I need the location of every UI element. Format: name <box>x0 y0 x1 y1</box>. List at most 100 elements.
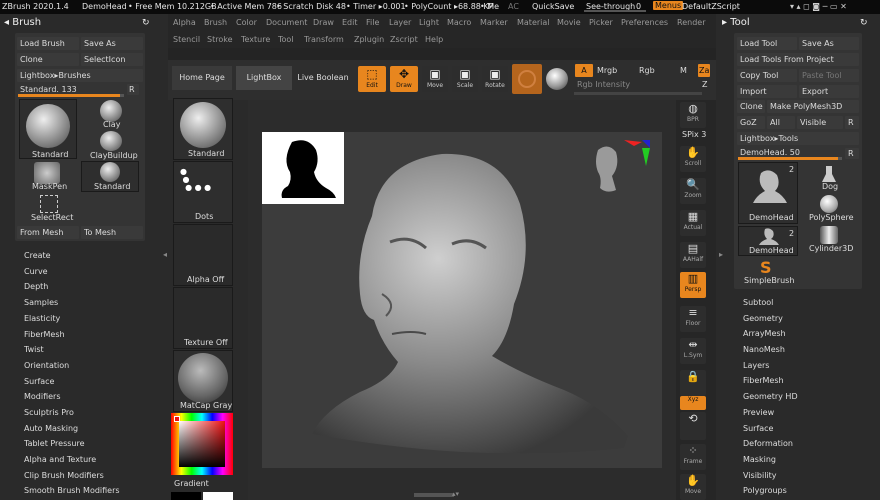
left-arrow-icon[interactable]: ◂ <box>4 17 9 28</box>
menu-help[interactable]: Help <box>425 35 443 44</box>
menu-stroke[interactable]: Stroke <box>207 35 233 44</box>
menu-layer[interactable]: Layer <box>389 18 411 27</box>
polysphere-tool-icon[interactable] <box>820 195 838 213</box>
select-icon-button[interactable]: SelectIcon <box>81 53 143 66</box>
from-mesh-button[interactable]: From Mesh <box>17 226 79 239</box>
collapse-left-icon[interactable]: ◂ <box>163 250 167 259</box>
menu-item[interactable]: Auto Masking <box>24 424 78 433</box>
menu-color[interactable]: Color <box>236 18 257 27</box>
menus-button[interactable]: Menus <box>653 1 684 10</box>
menu-tool[interactable]: Tool <box>278 35 294 44</box>
persp-button[interactable]: ▥ Persp <box>680 272 706 298</box>
menu-item[interactable]: Deformation <box>743 439 793 448</box>
tool-save-as-button[interactable]: Save As <box>799 37 859 50</box>
xyz-button[interactable]: Xyz <box>680 396 706 410</box>
quicksave-button[interactable]: QuickSave <box>532 2 574 11</box>
frame-button[interactable]: ⁘ Frame <box>680 444 706 470</box>
menu-item[interactable]: Orientation <box>24 361 69 370</box>
m-button[interactable]: M <box>680 66 687 75</box>
refresh-icon[interactable]: ↻ <box>142 18 150 28</box>
aahalf-button[interactable]: ▤ AAHalf <box>680 242 706 268</box>
brush-r-button[interactable]: R <box>127 84 139 95</box>
maskpen-brush-icon[interactable] <box>34 162 60 184</box>
menu-item[interactable]: Polygroups <box>743 486 787 495</box>
copy-tool-button[interactable]: Copy Tool <box>737 69 797 82</box>
tool-thumb-demohead-2[interactable]: DemoHead 2 <box>738 226 798 256</box>
shelf-matcap-gray[interactable]: MatCap Gray <box>173 350 233 412</box>
bpr-button[interactable]: ◍ BPR <box>680 102 706 128</box>
lightbox-tools-button[interactable]: Lightbox▸Tools <box>737 132 859 145</box>
menu-marker[interactable]: Marker <box>480 18 508 27</box>
menu-macro[interactable]: Macro <box>447 18 471 27</box>
menu-item[interactable]: Create <box>24 251 51 260</box>
orientation-head-icon[interactable] <box>592 142 622 202</box>
menu-item[interactable]: Samples <box>24 298 58 307</box>
menu-zplugin[interactable]: Zplugin <box>354 35 384 44</box>
tool-thumb-demohead[interactable]: DemoHead 2 <box>738 162 798 224</box>
menu-item[interactable]: Surface <box>743 424 773 433</box>
brush-slider[interactable] <box>18 94 124 97</box>
a-button[interactable]: A <box>575 64 593 77</box>
color-sphere-icon[interactable] <box>546 68 568 90</box>
color-square[interactable] <box>179 421 225 467</box>
color-picker[interactable] <box>171 413 233 475</box>
spix-label[interactable]: SPix 3 <box>682 130 706 139</box>
move-view-button[interactable]: ✋ Move <box>680 474 706 500</box>
menu-item[interactable]: NanoMesh <box>743 345 785 354</box>
menu-item[interactable]: Elasticity <box>24 314 60 323</box>
brush-save-as-button[interactable]: Save As <box>81 37 143 50</box>
lightbox-brushes-button[interactable]: Lightbox▸Brushes <box>17 69 143 82</box>
cylinder3d-tool-icon[interactable] <box>820 226 838 244</box>
zoom-button[interactable]: 🔍 Zoom <box>680 178 706 204</box>
menu-picker[interactable]: Picker <box>589 18 613 27</box>
menu-item[interactable]: Geometry HD <box>743 392 798 401</box>
menu-item[interactable]: Subtool <box>743 298 773 307</box>
tab-lightbox[interactable]: LightBox <box>236 66 292 90</box>
shelf-texture-off[interactable]: Texture Off <box>173 287 233 349</box>
menu-item[interactable]: Sculptris Pro <box>24 408 74 417</box>
brush-thumb-standard[interactable]: Standard <box>19 99 77 159</box>
menu-item[interactable]: Smooth Brush Modifiers <box>24 486 120 495</box>
simplebrush-tool-icon[interactable]: S <box>760 258 772 277</box>
tab-home-page[interactable]: Home Page <box>172 66 232 90</box>
material-swatch[interactable] <box>512 64 542 94</box>
menu-item[interactable]: Visibility <box>743 471 777 480</box>
menu-item[interactable]: FiberMesh <box>743 376 784 385</box>
brush-clone-button[interactable]: Clone <box>17 53 79 66</box>
shelf-alpha-off[interactable]: Alpha Off <box>173 224 233 286</box>
axis-gizmo[interactable] <box>624 136 650 166</box>
window-controls[interactable]: ▾ ▴ ◻ ◙ ─ ▭ ✕ <box>790 2 847 11</box>
primary-color-swatch[interactable] <box>203 492 233 500</box>
menu-item[interactable]: Curve <box>24 267 48 276</box>
menu-item[interactable]: Geometry <box>743 314 783 323</box>
export-button[interactable]: Export <box>799 85 859 98</box>
menu-material[interactable]: Material <box>517 18 550 27</box>
menu-item[interactable]: Preview <box>743 408 774 417</box>
load-brush-button[interactable]: Load Brush <box>17 37 79 50</box>
document-canvas[interactable] <box>262 132 662 468</box>
rotation-button[interactable]: ⟲ <box>680 412 706 440</box>
menu-render[interactable]: Render <box>677 18 705 27</box>
collapse-right-icon[interactable]: ▸ <box>719 250 723 259</box>
rgb-button[interactable]: Rgb <box>639 66 655 75</box>
menu-item[interactable]: Clip Brush Modifiers <box>24 471 104 480</box>
menu-file[interactable]: File <box>366 18 379 27</box>
menu-item[interactable]: FiberMesh <box>24 330 65 339</box>
paste-tool-button[interactable]: Paste Tool <box>799 69 859 82</box>
see-through-slider[interactable] <box>584 10 646 12</box>
menu-texture[interactable]: Texture <box>241 35 270 44</box>
clay-brush-icon[interactable] <box>100 100 122 122</box>
import-button[interactable]: Import <box>737 85 797 98</box>
secondary-color-swatch[interactable] <box>171 492 201 500</box>
actual-button[interactable]: ▦ Actual <box>680 210 706 236</box>
load-tools-from-project-button[interactable]: Load Tools From Project <box>737 53 859 66</box>
scale-button[interactable]: ▣ Scale <box>452 66 478 92</box>
tool-clone-button[interactable]: Clone <box>737 100 765 113</box>
to-mesh-button[interactable]: To Mesh <box>81 226 143 239</box>
rgb-intensity-slider[interactable] <box>574 92 702 95</box>
menu-movie[interactable]: Movie <box>557 18 581 27</box>
rotate-button[interactable]: ▣ Rotate <box>482 66 508 92</box>
tab-live-boolean[interactable]: Live Boolean <box>296 66 350 90</box>
dog-tool-icon[interactable] <box>820 164 838 184</box>
menu-item[interactable]: Alpha and Texture <box>24 455 96 464</box>
